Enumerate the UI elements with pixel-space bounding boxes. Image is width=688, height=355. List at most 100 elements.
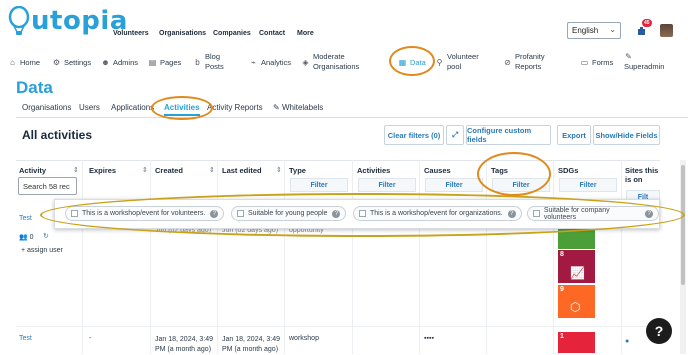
utopia-logo[interactable]: utopia: [8, 4, 128, 38]
row2-type: workshop: [289, 335, 319, 342]
history-icon[interactable]: ↻: [43, 232, 49, 240]
secnav-superadmin-label: Superadmin: [624, 62, 665, 71]
home-icon: ⌂: [10, 57, 15, 67]
page-title: Data: [16, 78, 53, 97]
pages-icon: ▤: [148, 57, 157, 67]
column-header-activities[interactable]: Activities: [357, 166, 390, 175]
settings-icon: ⚙: [52, 57, 61, 67]
site-logo-icon: ●: [625, 338, 630, 345]
sdg-number: 1: [560, 333, 564, 340]
nav-volunteers[interactable]: Volunteers: [113, 30, 149, 37]
user-avatar[interactable]: [660, 24, 673, 37]
row2-last-edited: Jan 18, 2024, 3:49 PM (a month ago): [222, 335, 280, 355]
sdg-number: 9: [560, 286, 564, 293]
secnav-moderate-label-1: Moderate: [313, 52, 345, 61]
type-filter-button[interactable]: Filter: [290, 178, 348, 192]
section-title: All activities: [22, 128, 93, 142]
secnav-moderate[interactable]: ◈ Moderate Organisations: [301, 51, 359, 73]
secnav-home-label: Home: [20, 57, 41, 67]
scrollbar-thumb[interactable]: [681, 165, 685, 285]
help-button[interactable]: ?: [646, 318, 672, 344]
search-icon: ⚲: [436, 57, 443, 67]
secnav-profanity-reports[interactable]: ⊘ Profanity Reports: [503, 51, 545, 73]
column-header-type[interactable]: Type: [289, 166, 306, 175]
activities-filter-button[interactable]: Filter: [358, 178, 416, 192]
row2-cause-icons: ▪▪▪▪: [424, 335, 434, 342]
industry-cube-icon: ⬡: [570, 300, 581, 314]
tab-organisations[interactable]: Organisations: [22, 103, 71, 112]
activity-search-input[interactable]: Search 58 rec: [18, 177, 77, 195]
nav-contact[interactable]: Contact: [259, 30, 285, 37]
sort-icon[interactable]: ⇕: [276, 166, 282, 174]
notification-bell-icon[interactable]: [637, 26, 647, 36]
column-header-sdgs[interactable]: SDGs: [558, 166, 578, 175]
column-divider: [352, 160, 353, 354]
secnav-pages[interactable]: ▤ Pages: [148, 51, 182, 73]
secnav-settings[interactable]: ⚙ Settings: [52, 51, 91, 73]
secnav-forms[interactable]: ▭ Forms: [580, 51, 614, 73]
column-divider: [150, 160, 151, 354]
column-header-sites[interactable]: Sites this is on: [625, 166, 658, 184]
secnav-analytics[interactable]: ⌁ Analytics: [249, 51, 291, 73]
expand-icon: ⤢: [452, 130, 458, 139]
sdgs-filter-button[interactable]: Filter: [559, 178, 617, 192]
sdg-tile-9: 9 ⬡: [558, 285, 595, 319]
tab-whitelabels[interactable]: ✎ Whitelabels: [273, 103, 323, 112]
sdg-number: 8: [560, 251, 564, 258]
export-button[interactable]: Export: [557, 125, 591, 145]
column-divider: [621, 160, 622, 354]
chevron-down-icon: ⌄: [609, 25, 616, 34]
shield-icon: ◈: [302, 57, 309, 67]
column-divider: [553, 160, 554, 354]
secnav-blog-posts[interactable]: b Blog Posts: [193, 51, 224, 73]
users-icon: 👥: [19, 234, 30, 241]
row1-activity-name[interactable]: Test: [19, 215, 32, 222]
row-divider: [16, 326, 660, 327]
row2-edited-line1: Jan 18, 2024, 3:49: [222, 336, 280, 343]
secnav-admins[interactable]: ☻ Admins: [101, 51, 138, 73]
row2-expires: -: [89, 335, 92, 342]
secnav-pages-label: Pages: [160, 57, 182, 67]
row1-volunteer-count: 👥 0: [19, 233, 34, 241]
secnav-admins-label: Admins: [113, 57, 139, 67]
row2-created: Jan 18, 2024, 3:49 PM (a month ago): [155, 335, 213, 355]
nav-more[interactable]: More: [297, 30, 314, 37]
sort-icon[interactable]: ⇕: [73, 166, 79, 174]
highlight-ring-data: [389, 46, 435, 76]
language-value: English: [572, 26, 599, 35]
sort-icon[interactable]: ⇕: [142, 166, 148, 174]
tab-activity-reports[interactable]: Activity Reports: [207, 103, 263, 112]
column-header-last-edited[interactable]: Last edited: [222, 166, 262, 175]
assign-user-link[interactable]: + assign user: [21, 247, 63, 254]
nav-companies[interactable]: Companies: [213, 30, 251, 37]
secnav-profanity-label-2: Reports: [515, 62, 542, 71]
secnav-profanity-label-1: Profanity: [515, 52, 545, 61]
sites-label-1: Sites this: [625, 166, 659, 175]
sort-icon[interactable]: ⇕: [209, 166, 215, 174]
column-header-causes[interactable]: Causes: [424, 166, 451, 175]
secnav-volunteer-label-2: pool: [447, 62, 462, 71]
growth-chart-icon: 📈: [570, 266, 585, 280]
column-divider: [284, 160, 285, 354]
secnav-forms-label: Forms: [592, 57, 614, 67]
secnav-home[interactable]: ⌂ Home: [8, 51, 40, 73]
clear-filters-button[interactable]: Clear filters (0): [384, 125, 444, 145]
column-header-activity[interactable]: Activity: [19, 166, 46, 175]
secnav-superadmin[interactable]: ✎ Superadmin: [624, 51, 664, 73]
secnav-volunteer-pool[interactable]: ⚲ Volunteer pool: [435, 51, 479, 73]
column-header-expires[interactable]: Expires: [89, 166, 116, 175]
expand-button[interactable]: ⤢: [446, 125, 464, 145]
column-header-created[interactable]: Created: [155, 166, 183, 175]
nav-organisations[interactable]: Organisations: [159, 30, 206, 37]
configure-custom-fields-button[interactable]: Configure custom fields: [466, 125, 551, 145]
tab-applications[interactable]: Applications: [111, 103, 154, 112]
language-select[interactable]: English ⌄: [567, 22, 621, 39]
row2-activity-name[interactable]: Test: [19, 335, 32, 342]
tab-users[interactable]: Users: [79, 103, 100, 112]
sdg-tile-1: 1: [558, 332, 595, 354]
causes-filter-button[interactable]: Filter: [425, 178, 483, 192]
profanity-icon: ⊘: [504, 57, 511, 67]
sdg-tile-8: 8 📈: [558, 250, 595, 284]
show-hide-fields-button[interactable]: Show/Hide Fields: [593, 125, 660, 145]
forms-icon: ▭: [580, 57, 589, 67]
